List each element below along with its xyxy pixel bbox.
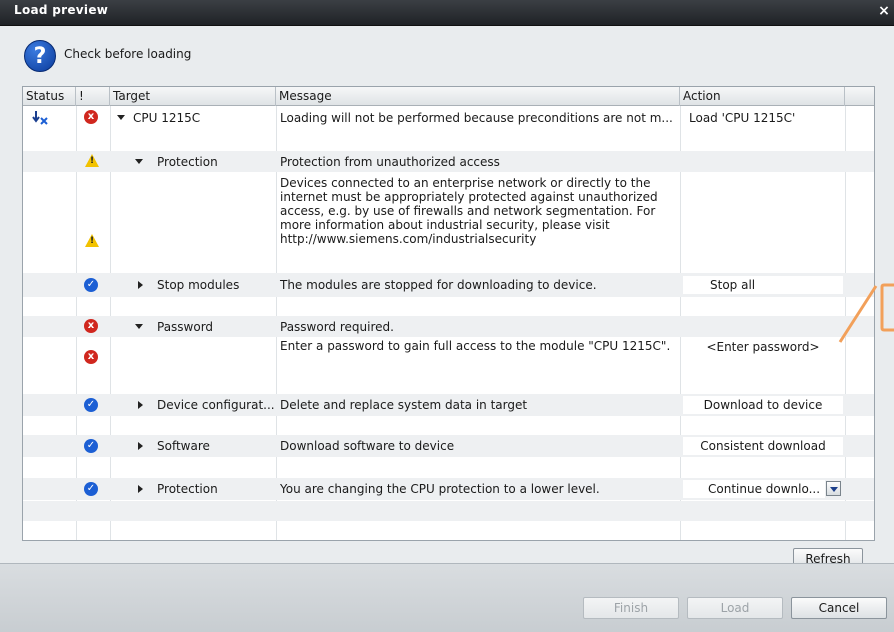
target-label: Device configurat... (157, 398, 275, 412)
table-row[interactable]: x Password Password required. (23, 316, 874, 337)
expand-arrow-icon[interactable] (138, 401, 143, 409)
warning-mark: ! (90, 156, 95, 166)
finish-button[interactable]: Finish (583, 597, 679, 619)
warning-icon: ! (85, 234, 99, 247)
message-text: You are changing the CPU protection to a… (280, 482, 600, 496)
ok-check-icon: ✓ (84, 482, 98, 496)
empty-row (23, 501, 874, 521)
column-header-severity[interactable]: ! (76, 87, 110, 106)
chevron-down-icon[interactable] (826, 481, 841, 496)
close-icon[interactable]: × (876, 1, 892, 21)
message-text: Protection from unauthorized access (280, 155, 500, 169)
message-text: The modules are stopped for downloading … (280, 278, 597, 292)
table-row[interactable]: ! Devices connected to an enterprise net… (23, 174, 874, 252)
table-row[interactable]: x Enter a password to gain full access t… (23, 337, 874, 371)
cancel-button[interactable]: Cancel (791, 597, 887, 619)
help-icon: ? (24, 40, 56, 72)
target-label: Password (157, 320, 214, 334)
warning-icon: ! (85, 154, 99, 167)
load-button[interactable]: Load (687, 597, 783, 619)
warning-mark: ! (90, 236, 95, 246)
load-preview-table: Status ! Target Message Action x CPU 121… (22, 86, 875, 541)
dialog-title: Load preview (14, 3, 109, 17)
target-label: Software (157, 439, 210, 453)
message-text: Enter a password to gain full access to … (280, 339, 671, 353)
target-label: CPU 1215C (133, 111, 201, 125)
title-bar[interactable]: Load preview × (0, 0, 894, 26)
column-header-message[interactable]: Message (276, 87, 680, 106)
target-label: Stop modules (157, 278, 240, 292)
load-preview-dialog: Load preview × ? Check before loading St… (0, 0, 894, 632)
table-row[interactable]: ✓ Software Download software to device C… (23, 435, 874, 457)
message-text: Delete and replace system data in target (280, 398, 528, 412)
download-status-icon (32, 111, 48, 125)
table-row[interactable]: x CPU 1215C Loading will not be performe… (23, 107, 874, 128)
ok-check-icon: ✓ (84, 439, 98, 453)
security-notice-text: Devices connected to an enterprise netwo… (280, 176, 658, 246)
column-header-action[interactable]: Action (680, 87, 845, 106)
action-consistent-download[interactable]: Consistent download (683, 437, 843, 455)
header-text: Check before loading (64, 47, 192, 61)
ok-check-icon: ✓ (84, 398, 98, 412)
password-input[interactable]: <Enter password> (683, 338, 843, 356)
action-download-to-device[interactable]: Download to device (683, 396, 843, 414)
table-header: Status ! Target Message Action (23, 87, 874, 106)
table-row[interactable]: ✓ Device configurat... Delete and replac… (23, 394, 874, 416)
table-row[interactable]: ! Protection Protection from unauthorize… (23, 151, 874, 172)
error-icon: x (84, 110, 98, 124)
expand-arrow-icon[interactable] (138, 442, 143, 450)
expand-arrow-icon[interactable] (138, 281, 143, 289)
action-continue-download-select[interactable]: Continue downlo... (683, 480, 825, 498)
table-row[interactable]: ✓ Stop modules The modules are stopped f… (23, 273, 874, 297)
expand-arrow-icon[interactable] (117, 115, 125, 120)
ok-check-icon: ✓ (84, 278, 98, 292)
message-text: Password required. (280, 320, 394, 334)
column-header-filler (845, 87, 874, 106)
message-text: Download software to device (280, 439, 455, 453)
column-header-status[interactable]: Status (23, 87, 76, 106)
error-icon: x (84, 319, 98, 333)
action-stop-all[interactable]: Stop all (683, 276, 843, 294)
action-text: Load 'CPU 1215C' (689, 111, 796, 125)
column-header-target[interactable]: Target (110, 87, 276, 106)
target-label: Protection (157, 482, 218, 496)
expand-arrow-icon[interactable] (138, 485, 143, 493)
message-text: Loading will not be performed because pr… (280, 111, 673, 125)
expand-arrow-icon[interactable] (135, 159, 143, 164)
error-icon: x (84, 350, 98, 364)
callout-pointer-icon (838, 283, 894, 343)
target-label: Protection (157, 155, 218, 169)
table-row[interactable]: ✓ Protection You are changing the CPU pr… (23, 478, 874, 500)
expand-arrow-icon[interactable] (135, 324, 143, 329)
